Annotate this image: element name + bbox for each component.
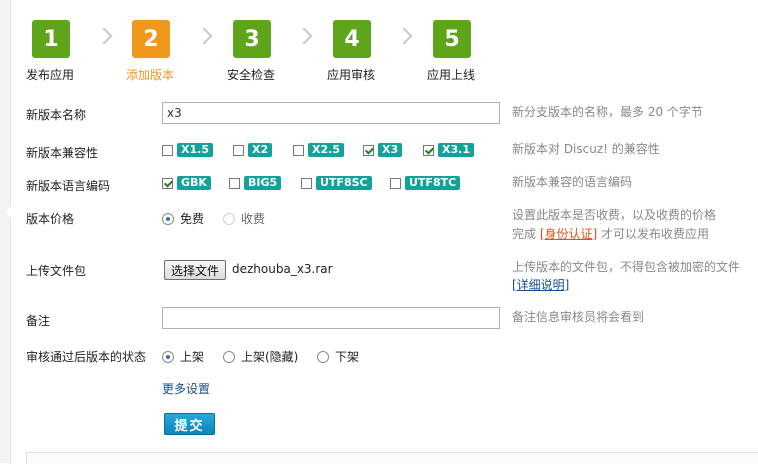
radio-circle[interactable] [162, 350, 174, 363]
radio-circle[interactable] [223, 212, 235, 225]
checkbox[interactable] [162, 144, 173, 156]
upload-label: 上传文件包 [26, 264, 87, 278]
upload-hint: 上传版本的文件包，不得包含被加密的文件 [512, 260, 741, 274]
compat-option-x2[interactable]: X2 [233, 143, 273, 157]
price-hint-line2: 完成 [身份认证] 才可以发布收费应用 [512, 225, 709, 244]
encoding-option-big5[interactable]: BIG5 [229, 176, 282, 190]
encoding-tag: GBK [177, 176, 211, 190]
status-label: 审核通过后版本的状态 [26, 350, 147, 364]
remark-label: 备注 [26, 314, 51, 328]
checkbox[interactable] [363, 144, 374, 156]
encoding-option-utf8sc[interactable]: UTF8SC [301, 176, 372, 190]
sidebar-notch [5, 206, 11, 218]
more-settings-link[interactable]: 更多设置 [162, 380, 210, 397]
version-tag: X1.5 [177, 143, 213, 157]
upload-row: 上传文件包 选择文件 dezhouba_x3.rar 上传版本的文件包，不得包含… [26, 258, 756, 298]
step-number: 3 [233, 20, 271, 58]
compat-label: 新版本兼容性 [26, 146, 99, 160]
radio-label: 下架 [335, 350, 360, 364]
encoding-option-gbk[interactable]: GBK [162, 176, 211, 190]
encoding-tag: UTF8TC [405, 176, 461, 190]
encoding-tag: UTF8SC [316, 176, 372, 190]
submit-row: 提交 [26, 413, 756, 437]
step-label: 添加版本 [126, 68, 175, 82]
left-sidebar-edge [0, 0, 11, 463]
radio-circle[interactable] [317, 350, 329, 363]
encoding-row: 新版本语言编码 GBK BIG5 UTF8SC UTF8TC 新版本兼容的语言编… [26, 173, 756, 193]
compat-option-x3[interactable]: X3 [363, 143, 403, 157]
step-number: 1 [32, 20, 70, 58]
radio-circle[interactable] [162, 212, 174, 225]
step-label: 安全检查 [227, 68, 276, 82]
price-hint-prefix: 完成 [512, 227, 537, 241]
status-listed-hidden-radio[interactable]: 上架(隐藏) [223, 348, 298, 365]
checkbox[interactable] [390, 177, 401, 189]
checkbox[interactable] [162, 177, 173, 189]
checkbox[interactable] [233, 144, 244, 156]
compat-option-x2-5[interactable]: X2.5 [293, 143, 344, 157]
version-tag: X2 [248, 143, 273, 157]
price-label: 版本价格 [26, 212, 75, 226]
details-link[interactable]: [详细说明] [512, 278, 569, 292]
radio-label: 收费 [241, 212, 266, 226]
selected-file-name: dezhouba_x3.rar [232, 262, 333, 276]
compat-row: 新版本兼容性 X1.5 X2 X2.5 X3 X3.1 新版本对 Discuz!… [26, 140, 756, 160]
identity-verify-link[interactable]: [身份认证] [540, 227, 597, 241]
step-number: 4 [333, 20, 371, 58]
step-number: 2 [132, 20, 170, 58]
encoding-option-utf8tc[interactable]: UTF8TC [390, 176, 461, 190]
version-name-input[interactable] [162, 102, 500, 124]
upload-hint-link-wrap: [详细说明] [512, 276, 569, 295]
step-label: 应用审核 [327, 68, 376, 82]
checkbox[interactable] [423, 144, 434, 156]
compat-option-x3-1[interactable]: X3.1 [423, 143, 474, 157]
remark-hint: 备注信息审核员将会看到 [512, 310, 645, 324]
checkbox[interactable] [301, 177, 312, 189]
radio-label: 上架(隐藏) [241, 350, 299, 364]
checkbox[interactable] [293, 144, 304, 156]
submit-button[interactable]: 提交 [164, 413, 215, 435]
price-hint-suffix: 才可以发布收费应用 [601, 227, 710, 241]
bottom-panel-edge [26, 452, 758, 464]
encoding-label: 新版本语言编码 [26, 179, 111, 193]
more-settings-row: 更多设置 [26, 380, 756, 398]
status-row: 审核通过后版本的状态 上架 上架(隐藏) 下架 [26, 345, 756, 365]
price-free-radio[interactable]: 免费 [162, 210, 204, 227]
encoding-hint: 新版本兼容的语言编码 [512, 175, 633, 189]
step-label: 发布应用 [26, 68, 75, 82]
step-label: 应用上线 [427, 68, 476, 82]
status-listed-radio[interactable]: 上架 [162, 348, 204, 365]
price-hint-line1: 设置此版本是否收费，以及收费的价格 [512, 208, 717, 222]
version-tag: X2.5 [308, 143, 344, 157]
version-name-label: 新版本名称 [26, 108, 87, 122]
remark-row: 备注 备注信息审核员将会看到 [26, 307, 756, 331]
remark-input[interactable] [162, 307, 500, 329]
compat-hint: 新版本对 Discuz! 的兼容性 [512, 142, 660, 156]
compat-option-x1-5[interactable]: X1.5 [162, 143, 213, 157]
radio-circle[interactable] [223, 350, 235, 363]
progress-steps: 1 发布应用 2 添加版本 3 安全检查 4 应用审核 5 应用上线 [26, 20, 746, 83]
version-name-hint: 新分支版本的名称，最多 20 个字节 [512, 105, 703, 119]
price-paid-radio[interactable]: 收费 [223, 210, 265, 227]
version-tag: X3 [378, 143, 403, 157]
step-number: 5 [433, 20, 471, 58]
price-row: 版本价格 免费 收费 设置此版本是否收费，以及收费的价格 完成 [身份认证] 才… [26, 206, 756, 246]
radio-label: 上架 [180, 350, 205, 364]
version-name-row: 新版本名称 新分支版本的名称，最多 20 个字节 [26, 102, 756, 126]
checkbox[interactable] [229, 177, 240, 189]
version-tag: X3.1 [438, 143, 474, 157]
step-5: 5 应用上线 [427, 20, 517, 83]
radio-label: 免费 [180, 212, 205, 226]
choose-file-button[interactable]: 选择文件 [164, 260, 227, 280]
status-unlisted-radio[interactable]: 下架 [317, 348, 359, 365]
encoding-tag: BIG5 [244, 176, 282, 190]
